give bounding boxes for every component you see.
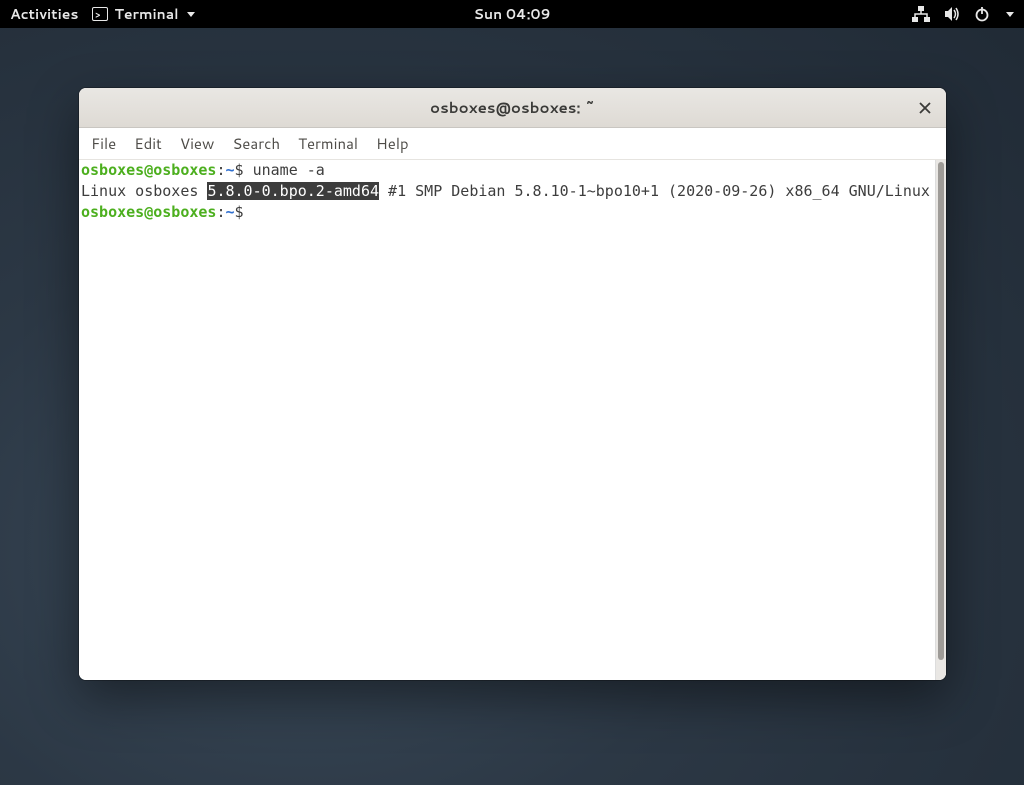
gnome-topbar: Activities Terminal Sun 04:09	[0, 0, 1024, 28]
ps2-userhost: osboxes@osboxes	[81, 203, 216, 221]
terminal-body[interactable]: osboxes@osboxes:~$ uname -a Linux osboxe…	[79, 160, 946, 680]
chevron-down-icon	[1006, 12, 1014, 17]
output-prefix: Linux osboxes	[81, 182, 207, 200]
ps1-dollar: $	[235, 161, 253, 179]
menu-terminal[interactable]: Terminal	[298, 133, 358, 154]
menu-search[interactable]: Search	[232, 133, 280, 154]
clock[interactable]: Sun 04:09	[474, 4, 551, 24]
scrollbar[interactable]	[935, 160, 946, 680]
close-icon	[919, 102, 931, 114]
ps2-sep: :	[216, 203, 225, 221]
ps1-userhost: osboxes@osboxes	[81, 161, 216, 179]
menu-help[interactable]: Help	[376, 133, 409, 154]
terminal-window: osboxes@osboxes: ~ File Edit View Search…	[79, 88, 946, 680]
terminal-text[interactable]: osboxes@osboxes:~$ uname -a Linux osboxe…	[79, 160, 935, 680]
close-button[interactable]	[914, 97, 936, 119]
ps1-sep: :	[216, 161, 225, 179]
menu-file[interactable]: File	[91, 133, 116, 154]
volume-icon	[944, 6, 960, 22]
system-status-area[interactable]	[912, 6, 1014, 22]
app-menu-label: Terminal	[114, 4, 178, 24]
window-titlebar[interactable]: osboxes@osboxes: ~	[79, 88, 946, 128]
output-rest: #1 SMP Debian 5.8.10-1~bpo10+1 (2020-09-…	[379, 182, 930, 200]
power-icon	[974, 6, 990, 22]
menu-view[interactable]: View	[180, 133, 215, 154]
scrollbar-thumb[interactable]	[938, 162, 944, 660]
ps2-path: ~	[226, 203, 235, 221]
app-menu[interactable]: Terminal	[92, 4, 194, 24]
activities-button[interactable]: Activities	[10, 4, 78, 24]
terminal-icon	[92, 7, 108, 21]
ps1-path: ~	[226, 161, 235, 179]
network-icon	[912, 6, 930, 22]
command-text: uname -a	[253, 161, 325, 179]
topbar-left: Activities Terminal	[10, 4, 195, 24]
menu-edit[interactable]: Edit	[134, 133, 162, 154]
output-highlight: 5.8.0-0.bpo.2-amd64	[207, 182, 379, 200]
window-title: osboxes@osboxes: ~	[430, 97, 595, 118]
menubar: File Edit View Search Terminal Help	[79, 128, 946, 160]
ps2-dollar: $	[235, 203, 253, 221]
chevron-down-icon	[187, 12, 195, 17]
